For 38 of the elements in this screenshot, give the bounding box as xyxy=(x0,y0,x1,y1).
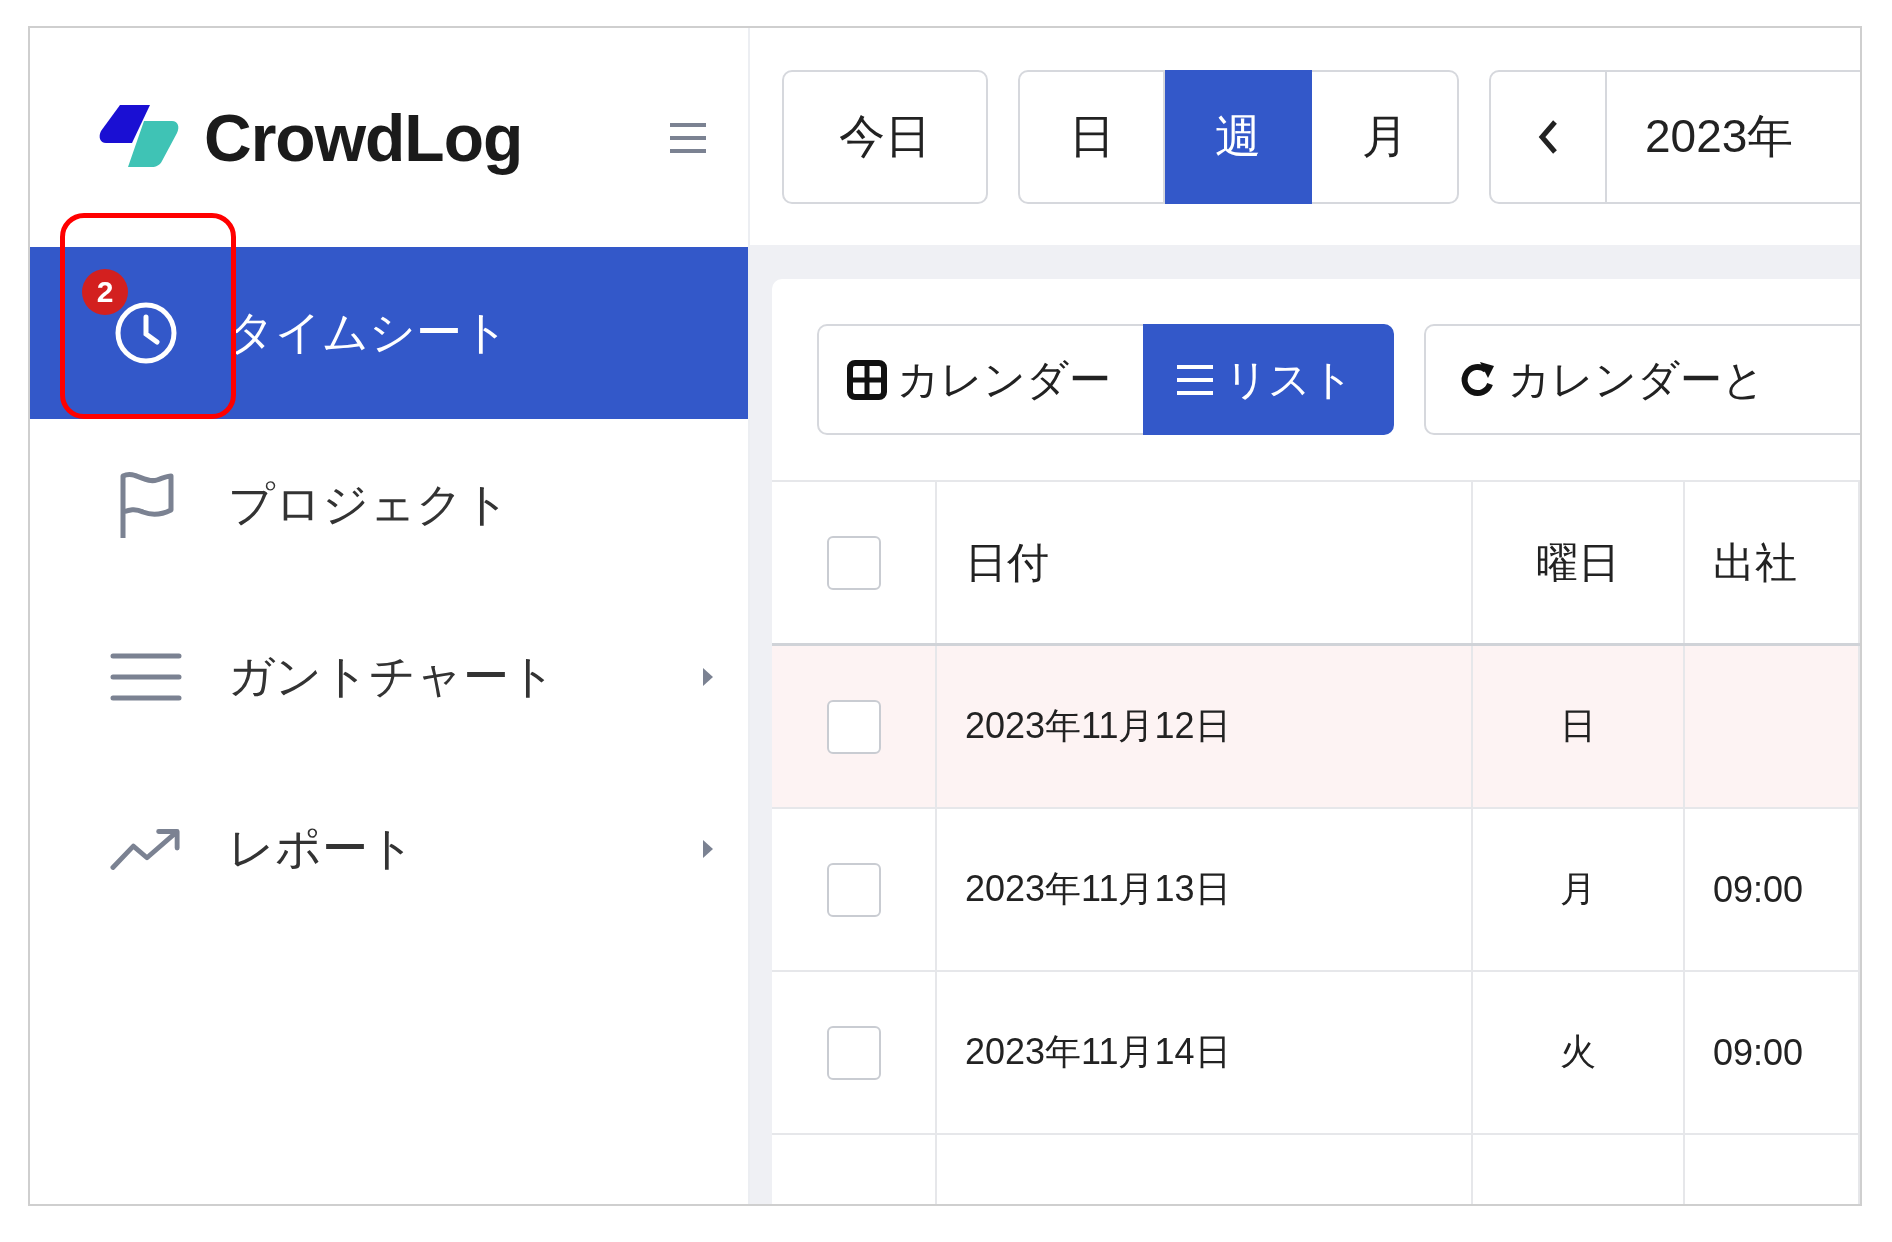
column-header: 日付 xyxy=(964,538,1049,586)
weekday-cell: 月 xyxy=(1560,868,1596,909)
sidebar-item[interactable]: タイムシート 2 xyxy=(30,247,748,419)
column-header: 出社 xyxy=(1712,538,1797,586)
sidebar-item[interactable]: プロジェクト xyxy=(30,419,748,591)
caret-icon xyxy=(702,839,714,859)
date-range-button[interactable]: 2023年 xyxy=(1607,69,1860,204)
view-tab[interactable]: 日 xyxy=(1018,69,1165,204)
list-icon xyxy=(1175,362,1215,397)
sidebar-item[interactable]: ガントチャート xyxy=(30,591,748,763)
today-button[interactable]: 今日 xyxy=(782,69,988,204)
app-logo: CrowdLog xyxy=(204,99,523,176)
sync-button[interactable]: カレンダーと xyxy=(1424,324,1860,435)
view-toggle-tab[interactable]: リスト xyxy=(1143,324,1394,435)
date-cell: 2023年11月12日 xyxy=(965,705,1231,746)
row-checkbox[interactable] xyxy=(826,699,881,754)
weekday-cell: 日 xyxy=(1560,705,1596,746)
row-checkbox[interactable] xyxy=(826,1025,881,1080)
weekday-cell: 火 xyxy=(1560,1031,1596,1072)
menu-icon xyxy=(110,651,182,703)
sidebar-item[interactable]: レポート xyxy=(30,763,748,935)
trend-icon xyxy=(110,826,182,872)
view-toggle-tab[interactable]: カレンダー xyxy=(817,324,1143,435)
start-time-cell: 09:00 xyxy=(1713,868,1804,910)
clock-icon xyxy=(113,300,179,366)
menu-icon[interactable] xyxy=(668,120,708,155)
date-cell: 2023年11月14日 xyxy=(965,1031,1231,1072)
row-checkbox[interactable] xyxy=(826,862,881,917)
select-all-checkbox[interactable] xyxy=(826,535,881,590)
view-tab[interactable]: 週 xyxy=(1165,69,1312,204)
date-cell: 2023年11月13日 xyxy=(965,868,1231,909)
start-time-cell: 09:00 xyxy=(1713,1031,1804,1073)
caret-icon xyxy=(702,667,714,687)
column-header: 曜日 xyxy=(1536,538,1620,586)
notification-badge: 2 xyxy=(82,269,128,315)
grid-icon xyxy=(847,359,887,400)
previous-button[interactable] xyxy=(1489,69,1607,204)
view-tab[interactable]: 月 xyxy=(1312,69,1459,204)
